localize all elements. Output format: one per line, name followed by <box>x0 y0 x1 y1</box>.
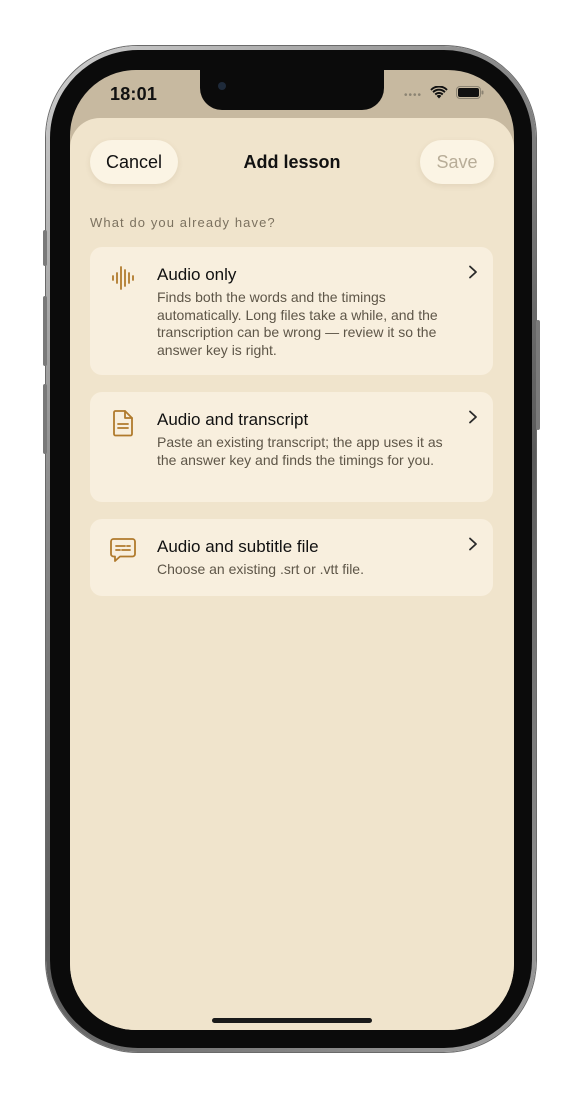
chevron-right-icon <box>467 410 479 424</box>
option-audio-and-subtitle-file[interactable]: Audio and subtitle file Choose an existi… <box>90 519 493 596</box>
section-label: What do you already have? <box>90 215 276 230</box>
option-audio-and-transcript[interactable]: Audio and transcript Paste an existing t… <box>90 392 493 502</box>
save-button[interactable]: Save <box>420 140 494 184</box>
document-icon <box>108 408 138 438</box>
option-title: Audio and subtitle file <box>157 537 319 556</box>
audio-waveform-icon <box>108 263 138 293</box>
front-camera <box>218 82 226 90</box>
volume-down-button <box>43 384 47 454</box>
notch <box>200 70 384 110</box>
chevron-right-icon <box>467 265 479 279</box>
wifi-icon <box>430 85 448 104</box>
option-title: Audio and transcript <box>157 410 309 429</box>
chevron-right-icon <box>467 537 479 551</box>
screen: 18:01 •••• Cancel Add lesson Save What d… <box>70 70 514 1030</box>
battery-icon <box>456 86 484 104</box>
status-icons: •••• <box>403 85 484 104</box>
option-title: Audio only <box>157 265 237 284</box>
option-description: Paste an existing transcript; the app us… <box>157 434 443 468</box>
subtitle-bubble-icon <box>108 535 138 565</box>
option-description: Finds both the words and the timings aut… <box>157 289 438 358</box>
mute-switch <box>43 230 47 266</box>
option-audio-only[interactable]: Audio only Finds both the words and the … <box>90 247 493 375</box>
volume-up-button <box>43 296 47 366</box>
option-description: Choose an existing .srt or .vtt file. <box>157 561 364 577</box>
home-indicator[interactable] <box>212 1018 372 1023</box>
power-button <box>536 320 540 430</box>
cancel-button[interactable]: Cancel <box>90 140 178 184</box>
signal-dots: •••• <box>403 89 422 101</box>
status-time: 18:01 <box>110 84 158 104</box>
add-lesson-sheet: Cancel Add lesson Save What do you alrea… <box>70 118 514 1030</box>
